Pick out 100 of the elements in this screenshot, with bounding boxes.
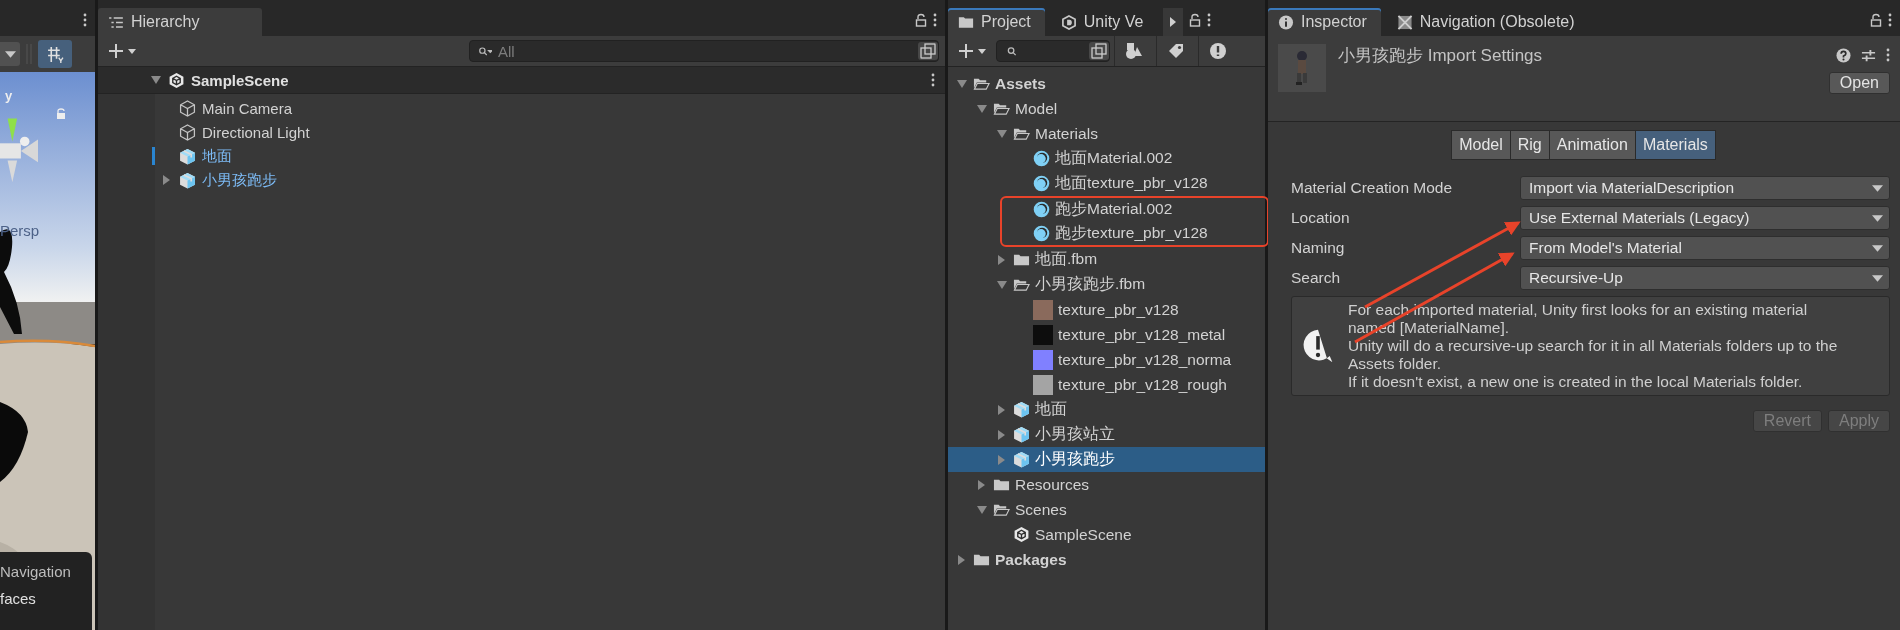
lock-icon[interactable] bbox=[915, 13, 927, 27]
project-tree-item[interactable]: 地面 bbox=[948, 397, 1265, 422]
object-name: Main Camera bbox=[202, 99, 293, 117]
expanded-arrow-icon[interactable] bbox=[996, 127, 1008, 140]
project-tree-item[interactable]: 地面texture_pbr_v128 bbox=[948, 171, 1265, 196]
project-tree-item[interactable]: texture_pbr_v128_metal bbox=[948, 322, 1265, 347]
project-item-label: 小男孩跑步 bbox=[1035, 449, 1115, 469]
help-text: Unity will do a recursive-up search for it in all Materials folders up to the Assets folder. bbox=[1348, 337, 1838, 373]
more-menu-icon[interactable] bbox=[931, 73, 935, 87]
panel-tab[interactable]: Navigation (Obsolete) bbox=[1386, 8, 1589, 36]
project-tree-item[interactable]: 小男孩站立 bbox=[948, 422, 1265, 447]
section-tab[interactable]: Rig bbox=[1509, 130, 1550, 160]
navigation-mesh-icon bbox=[1396, 14, 1413, 30]
project-item-label: 跑步texture_pbr_v128 bbox=[1055, 222, 1208, 243]
project-tree-item[interactable]: Assets bbox=[948, 71, 1265, 96]
project-tree-item[interactable]: 地面.fbm bbox=[948, 247, 1265, 272]
more-menu-icon[interactable] bbox=[1207, 13, 1212, 27]
hierarchy-item[interactable]: Main Camera bbox=[161, 96, 310, 120]
project-tree-item[interactable]: Scenes bbox=[948, 497, 1265, 522]
more-menu-icon[interactable] bbox=[1886, 48, 1890, 62]
project-tree-item[interactable]: Resources bbox=[948, 472, 1265, 497]
project-item-label: texture_pbr_v128_metal bbox=[1058, 325, 1226, 344]
dropdown-field[interactable]: Use External Materials (Legacy) bbox=[1520, 206, 1890, 230]
section-tab[interactable]: Animation bbox=[1548, 130, 1636, 160]
project-tree-item[interactable]: Packages bbox=[948, 547, 1265, 572]
overlay-text: Navigation bbox=[0, 562, 72, 582]
project-tree-item[interactable]: Materials bbox=[948, 121, 1265, 146]
project-tree-item[interactable]: SampleScene bbox=[948, 522, 1265, 547]
search-field[interactable] bbox=[996, 40, 1110, 62]
unity-logo-icon bbox=[1013, 526, 1030, 543]
more-menu-icon[interactable] bbox=[83, 13, 87, 27]
expanded-arrow-icon[interactable] bbox=[976, 503, 988, 516]
open-button[interactable]: Open bbox=[1828, 72, 1890, 94]
expanded-arrow-icon[interactable] bbox=[976, 102, 988, 115]
material-sphere-icon bbox=[1033, 201, 1050, 219]
project-item-label: 跑步Material.002 bbox=[1055, 199, 1173, 220]
project-item-label: texture_pbr_v128_rough bbox=[1058, 375, 1227, 394]
panel-tab[interactable]: Hierarchy bbox=[98, 8, 262, 36]
project-item-label: SampleScene bbox=[1035, 525, 1132, 544]
lock-icon[interactable] bbox=[1189, 13, 1202, 27]
more-tabs-button[interactable] bbox=[1163, 8, 1184, 36]
scene-header[interactable]: SampleScene bbox=[98, 67, 945, 94]
object-name: Directional Light bbox=[202, 123, 310, 141]
project-item-label: Model bbox=[1015, 99, 1058, 118]
project-item-label: Scenes bbox=[1015, 500, 1067, 519]
axis-label: y bbox=[5, 88, 13, 103]
prefab-cube-icon bbox=[1013, 451, 1030, 468]
help-icon[interactable] bbox=[1836, 47, 1851, 63]
scene-name: SampleScene bbox=[191, 71, 289, 89]
project-tree-item[interactable]: 小男孩跑步.fbm bbox=[948, 272, 1265, 297]
project-tree-item[interactable]: 地面Material.002 bbox=[948, 146, 1265, 171]
hierarchy-item[interactable]: 地面 bbox=[161, 144, 310, 168]
folder-icon bbox=[958, 14, 974, 30]
panel-tab[interactable]: Inspector bbox=[1268, 8, 1381, 36]
panel-tab[interactable]: Project bbox=[948, 8, 1045, 36]
project-item-label: Packages bbox=[995, 550, 1067, 569]
expanded-arrow-icon[interactable] bbox=[150, 74, 162, 86]
grid-snap-button[interactable] bbox=[38, 40, 72, 68]
section-tab[interactable]: Model bbox=[1451, 130, 1511, 160]
hierarchy-item[interactable]: 小男孩跑步 bbox=[161, 168, 310, 192]
expanded-arrow-icon[interactable] bbox=[956, 77, 968, 90]
more-menu-icon[interactable] bbox=[1888, 13, 1892, 27]
project-tree-item[interactable]: Model bbox=[948, 96, 1265, 121]
lock-icon[interactable] bbox=[1870, 13, 1882, 27]
project-tree-item[interactable]: 跑步texture_pbr_v128 bbox=[948, 221, 1267, 245]
caret-icon bbox=[1872, 244, 1883, 252]
project-item-label: 地面Material.002 bbox=[1055, 148, 1173, 168]
prefab-cube-icon bbox=[1013, 426, 1030, 443]
popout-icon[interactable] bbox=[918, 42, 938, 60]
field-label: Material Creation Mode bbox=[1291, 179, 1454, 197]
section-tab[interactable]: Materials bbox=[1634, 130, 1716, 160]
project-item-label: 小男孩站立 bbox=[1035, 424, 1115, 444]
settings-sliders-icon[interactable] bbox=[1861, 47, 1876, 63]
project-tree-item[interactable]: texture_pbr_v128_norma bbox=[948, 347, 1265, 372]
panel-tab[interactable]: Unity Ve bbox=[1050, 8, 1158, 36]
project-tree-item[interactable]: 小男孩跑步 bbox=[948, 447, 1265, 472]
caret-icon bbox=[4, 50, 16, 58]
search-icon bbox=[1005, 45, 1019, 57]
project-item-label: 地面texture_pbr_v128 bbox=[1055, 173, 1208, 193]
hierarchy-item[interactable]: Directional Light bbox=[161, 120, 310, 144]
caret-icon bbox=[1872, 214, 1883, 222]
dropdown-button[interactable] bbox=[0, 42, 20, 66]
popout-icon[interactable] bbox=[1089, 42, 1109, 60]
dropdown-field[interactable]: Recursive-Up bbox=[1520, 266, 1890, 290]
expanded-arrow-icon[interactable] bbox=[996, 278, 1008, 291]
more-menu-icon[interactable] bbox=[933, 13, 937, 27]
overlay-text: faces bbox=[0, 589, 37, 609]
project-tree-item[interactable]: 跑步Material.002 bbox=[948, 198, 1267, 222]
project-tree-item[interactable]: texture_pbr_v128_rough bbox=[948, 372, 1265, 397]
list-icon bbox=[108, 14, 124, 30]
exclamation-icon bbox=[1208, 42, 1227, 60]
dropdown-field[interactable]: From Model's Material bbox=[1520, 236, 1890, 260]
caret-icon bbox=[1872, 184, 1883, 192]
material-sphere-icon bbox=[1033, 175, 1050, 192]
material-sphere-icon bbox=[1033, 150, 1050, 167]
field-label: Location bbox=[1291, 209, 1351, 227]
info-icon bbox=[1278, 14, 1294, 30]
project-tree-item[interactable]: texture_pbr_v128 bbox=[948, 297, 1265, 322]
prefab-cube-icon bbox=[1013, 401, 1030, 418]
dropdown-field[interactable]: Import via MaterialDescription bbox=[1520, 176, 1890, 200]
